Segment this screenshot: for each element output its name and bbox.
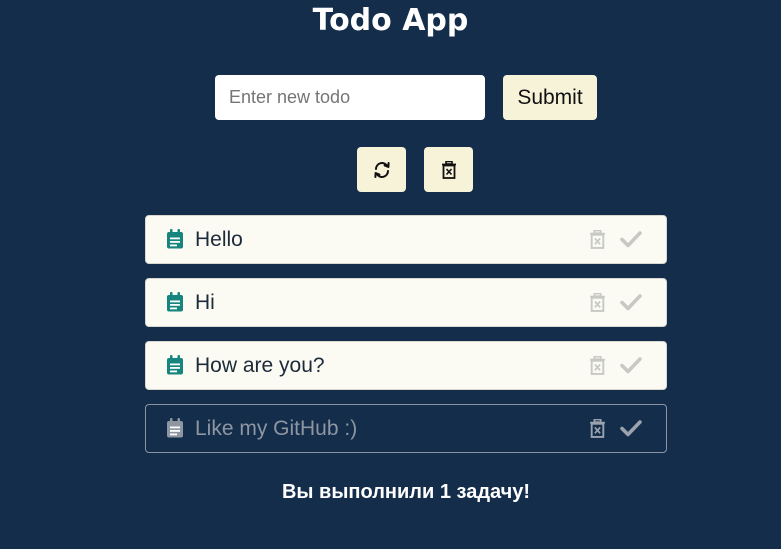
todo-item[interactable]: How are you? [145, 341, 667, 390]
check-icon[interactable] [620, 293, 642, 311]
delete-icon[interactable] [589, 230, 606, 249]
delete-icon[interactable] [589, 293, 606, 312]
new-todo-input[interactable] [215, 75, 485, 120]
clipboard-icon [167, 229, 183, 249]
completion-summary: Вы выполнили 1 задачу! [281, 481, 531, 503]
todo-text: Hi [195, 291, 215, 314]
delete-icon[interactable] [589, 356, 606, 375]
delete-icon[interactable] [589, 419, 606, 438]
clipboard-icon [167, 355, 183, 375]
todo-item[interactable]: Hi [145, 278, 667, 327]
trash-x-icon [441, 160, 456, 179]
todo-text: How are you? [195, 354, 325, 377]
submit-button[interactable]: Submit [503, 75, 597, 120]
refresh-icon [373, 161, 390, 178]
app-title: Todo App [312, 3, 469, 38]
todo-item[interactable]: Like my GitHub :) [145, 404, 667, 453]
clipboard-icon [167, 292, 183, 312]
todo-text: Hello [195, 228, 243, 251]
todo-text: Like my GitHub :) [195, 417, 358, 440]
check-icon[interactable] [620, 230, 642, 248]
check-icon[interactable] [620, 356, 642, 374]
check-icon[interactable] [620, 419, 642, 437]
clipboard-icon [167, 418, 183, 438]
todo-item[interactable]: Hello [145, 215, 667, 264]
clear-all-button[interactable] [424, 147, 473, 192]
refresh-button[interactable] [357, 147, 406, 192]
